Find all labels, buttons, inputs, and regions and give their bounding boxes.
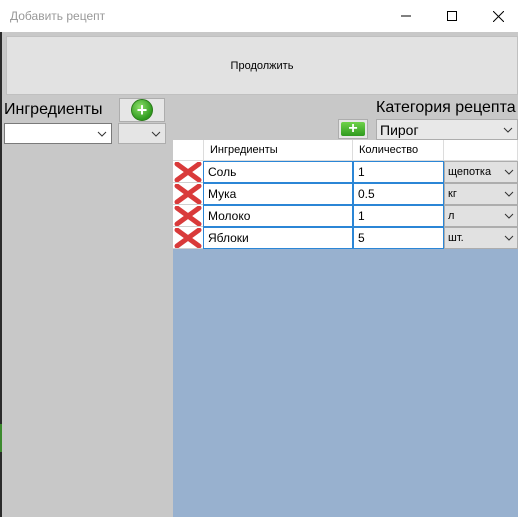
add-ingredient-button[interactable]: + [119,98,165,122]
maximize-button[interactable] [429,0,475,32]
grid-header-amount[interactable]: Количество [353,140,444,161]
red-x-icon [174,227,202,248]
grid-header-delete [173,140,204,161]
close-icon [492,10,504,22]
window-title: Добавить рецепт [10,9,106,23]
ingredient-name-cell[interactable]: Молоко [203,205,353,227]
ingredients-label: Ингредиенты [4,101,103,118]
green-plus-icon: + [341,121,365,137]
chevron-down-icon [151,131,161,137]
amount-cell[interactable]: 1 [353,161,444,183]
category-select-value: Пирог [380,121,419,138]
red-x-icon [174,183,202,204]
red-x-icon [174,161,202,182]
minimize-button[interactable] [383,0,429,32]
close-button[interactable] [475,0,518,32]
grid-header-ingredient[interactable]: Ингредиенты [204,140,353,161]
amount-cell[interactable]: 5 [353,227,444,249]
chevron-down-icon [503,127,513,133]
category-select[interactable]: Пирог [376,119,518,140]
chevron-down-icon [504,191,514,197]
green-plus-icon: + [131,99,153,121]
add-category-button[interactable]: + [338,119,368,139]
unit-cell-value: щепотка [448,166,492,178]
unit-cell-value: шт. [448,232,464,244]
unit-cell[interactable]: шт. [444,227,518,249]
red-x-icon [174,205,202,226]
amount-cell[interactable]: 0.5 [353,183,444,205]
unit-cell-value: л [448,210,455,222]
chevron-down-icon [504,213,514,219]
ingredient-name-cell[interactable]: Яблоки [203,227,353,249]
unit-cell[interactable]: щепотка [444,161,518,183]
delete-row-button[interactable] [173,205,203,227]
delete-row-button[interactable] [173,161,203,183]
chevron-down-icon [504,169,514,175]
minimize-icon [401,15,411,17]
ingredient-name-cell[interactable]: Мука [203,183,353,205]
grid-header-unit[interactable] [444,140,518,161]
chevron-down-icon [97,131,107,137]
unit-select[interactable] [118,123,166,144]
ingredient-name-cell[interactable]: Соль [203,161,353,183]
continue-button[interactable]: Продолжить [6,36,518,95]
delete-row-button[interactable] [173,227,203,249]
delete-row-button[interactable] [173,183,203,205]
maximize-icon [447,11,457,21]
amount-cell[interactable]: 1 [353,205,444,227]
category-label: Категория рецепта [376,99,516,116]
unit-cell[interactable]: л [444,205,518,227]
chevron-down-icon [504,235,514,241]
unit-cell[interactable]: кг [444,183,518,205]
ingredient-select[interactable] [4,123,112,144]
unit-cell-value: кг [448,188,457,200]
left-edge-accent [0,424,2,452]
